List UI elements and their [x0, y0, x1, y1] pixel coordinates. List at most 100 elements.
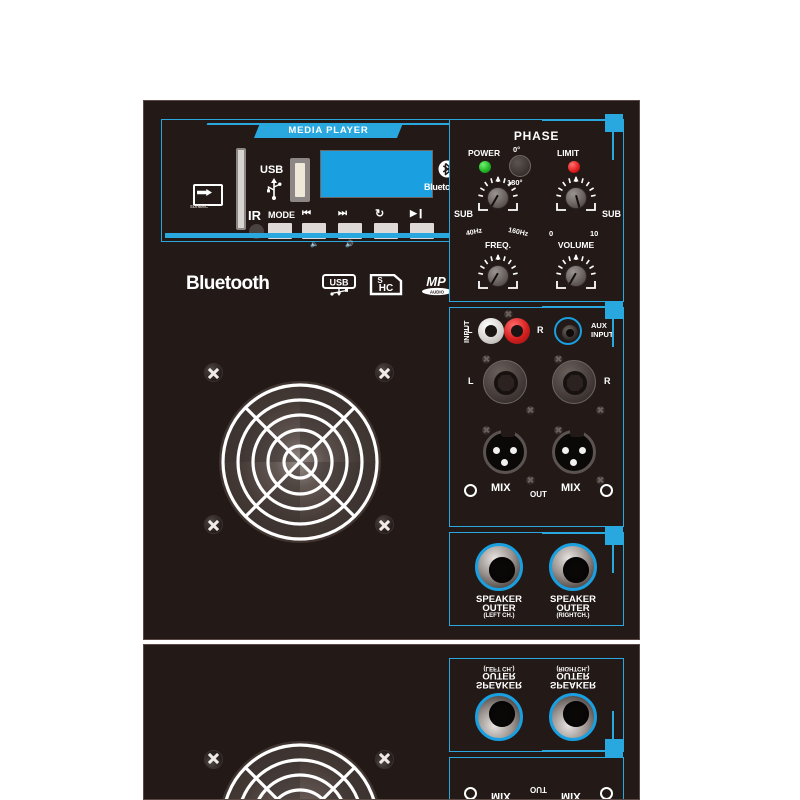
reflection-corner-vline	[612, 711, 614, 739]
mode-button-label: MODE	[268, 210, 295, 220]
reflection-fan-rings	[221, 743, 379, 800]
trs-input-right[interactable]	[552, 360, 596, 404]
rca-right-hole	[511, 325, 523, 337]
speaker-output-right-jack[interactable]	[549, 543, 597, 591]
xlr-output-right[interactable]	[552, 430, 596, 474]
xlr-output-left[interactable]	[483, 430, 527, 474]
banner-wing-right	[394, 123, 457, 140]
feature-logo-strip: Bluetooth USB HC S MP 3 AUDIO	[186, 269, 456, 299]
rca-input-right[interactable]	[504, 318, 530, 344]
fan-screw-top-left	[204, 363, 223, 382]
sub-volume-max-label: 10	[590, 229, 599, 238]
prev-track-icon: ⏮	[302, 208, 311, 219]
svg-text:USB: USB	[329, 278, 349, 288]
phase-0-label: 0°	[513, 145, 521, 154]
amplifier-rear-panel: MEDIA PLAYER SD/MMC USB Bluetooth ® IR	[143, 100, 640, 640]
media-player-footer-bar	[165, 233, 450, 238]
sub-volume-min-label: 0	[549, 229, 554, 238]
aux-jack-hole	[566, 329, 574, 337]
usb-logo: USB	[322, 274, 356, 296]
rca-left-label: L	[467, 325, 473, 335]
ir-receiver-label: IR	[248, 208, 261, 223]
speaker-right-hole	[563, 557, 589, 583]
amplifier-panel-reflection: MIX OUT MIX SPEAKER OUTER (LEFT CH.) SPE…	[143, 644, 640, 800]
reflection-speaker-block: SPEAKER OUTER (LEFT CH.) SPEAKER OUTER (…	[449, 658, 624, 752]
trs-right-hole	[567, 375, 583, 391]
fan-screw-bottom-right	[375, 515, 394, 534]
reflection-content: MIX OUT MIX SPEAKER OUTER (LEFT CH.) SPE…	[144, 645, 639, 800]
reflection-input-block: MIX OUT MIX	[449, 757, 624, 800]
amplifier-control-block: PHASE POWER 0° 180° LIMIT SUB 40Hz 160Hz…	[449, 119, 624, 328]
rca-input-left[interactable]	[478, 318, 504, 344]
play-pause-icon: ▶❙	[410, 208, 425, 218]
sub-freq-max-label: 160Hz	[507, 226, 529, 239]
reflection-fan-screw-4	[375, 750, 394, 769]
panel-screw-2	[482, 355, 491, 364]
reflection-speaker-right-jack	[549, 693, 597, 741]
sd-slot-label: SD/MMC	[190, 204, 209, 209]
power-led-label: POWER	[468, 148, 501, 158]
reflection-speaker-left-hole	[489, 701, 515, 727]
mp3-bt-knob[interactable]	[476, 254, 520, 298]
corner-accent-line-mid	[542, 306, 606, 308]
phase-switch-button[interactable]	[509, 155, 531, 177]
sub-freq-caption: FREQ.	[485, 240, 511, 250]
aux-label-line1: AUX	[591, 321, 607, 330]
xlr-right-notch	[570, 430, 584, 437]
speaker-right-line3: (RIGHTCH.)	[556, 613, 590, 619]
reflection-speaker-right-hole	[563, 701, 589, 727]
aux-label-line2: INPUT	[591, 330, 614, 339]
corner-accent-line-low	[542, 532, 606, 534]
power-led	[479, 161, 491, 173]
aux-input-jack[interactable]	[554, 317, 582, 345]
mix-left-indicator	[464, 484, 477, 497]
rca-left-hole	[485, 325, 497, 337]
corner-accent-vline-low	[612, 545, 614, 573]
xlr-left-pin-3	[501, 459, 508, 466]
volume-down-icon: 🔈	[310, 241, 319, 248]
cooling-fan-grille	[199, 363, 399, 561]
volume-up-icon: 🔊	[345, 241, 354, 248]
media-player-module: MEDIA PLAYER SD/MMC USB Bluetooth ® IR	[161, 119, 469, 248]
trs-input-left[interactable]	[483, 360, 527, 404]
fan-blade-sectors	[221, 383, 379, 541]
reflection-fan	[199, 723, 399, 800]
master-knob[interactable]	[554, 254, 598, 298]
reflection-speaker-left-line2: OUTER	[482, 670, 516, 681]
reflection-mix-right-indicator	[600, 787, 613, 800]
sub-freq-knob[interactable]	[476, 176, 520, 220]
corner-accent-square-top	[605, 114, 623, 132]
corner-accent-square-mid	[605, 301, 623, 319]
panel-screw-5	[596, 406, 605, 415]
limit-led	[568, 161, 580, 173]
corner-accent-vline-top	[612, 132, 614, 160]
sd-card-arrow-icon	[193, 184, 223, 206]
usb-port-label: USB	[260, 164, 284, 176]
reflection-mix-right-label: MIX	[561, 790, 581, 800]
trs-left-hole	[498, 375, 514, 391]
panel-screw-6	[482, 426, 491, 435]
phase-section-title: PHASE	[513, 129, 560, 143]
reflection-fan-screw-3	[204, 750, 223, 769]
reflection-speaker-right-line3: (RIGHTCH.)	[556, 665, 590, 671]
panel-screw-4	[526, 406, 535, 415]
sub-volume-knob[interactable]	[554, 176, 598, 220]
reflection-speaker-left-line3: (LEFT CH.)	[483, 665, 515, 671]
xlr-right-pin-2	[579, 447, 586, 454]
usb-trident-icon	[267, 178, 282, 200]
bluetooth-logo: Bluetooth	[186, 273, 270, 294]
speaker-left-line3: (LEFT CH.)	[483, 613, 515, 619]
reflection-corner-line	[542, 750, 606, 752]
speaker-output-left-jack[interactable]	[475, 543, 523, 591]
limit-led-label: LIMIT	[557, 148, 580, 158]
fan-screw-top-right	[375, 363, 394, 382]
svg-text:S: S	[377, 276, 383, 285]
svg-text:AUDIO: AUDIO	[430, 289, 445, 294]
trs-left-label: L	[468, 376, 474, 386]
reflection-speaker-left-jack	[475, 693, 523, 741]
svg-text:MP: MP	[426, 274, 446, 289]
reflection-corner-square	[605, 739, 623, 757]
corner-accent-vline-mid	[612, 319, 614, 347]
sd-card-slot[interactable]	[236, 148, 246, 230]
reflection-speaker-right-line2: OUTER	[556, 670, 590, 681]
